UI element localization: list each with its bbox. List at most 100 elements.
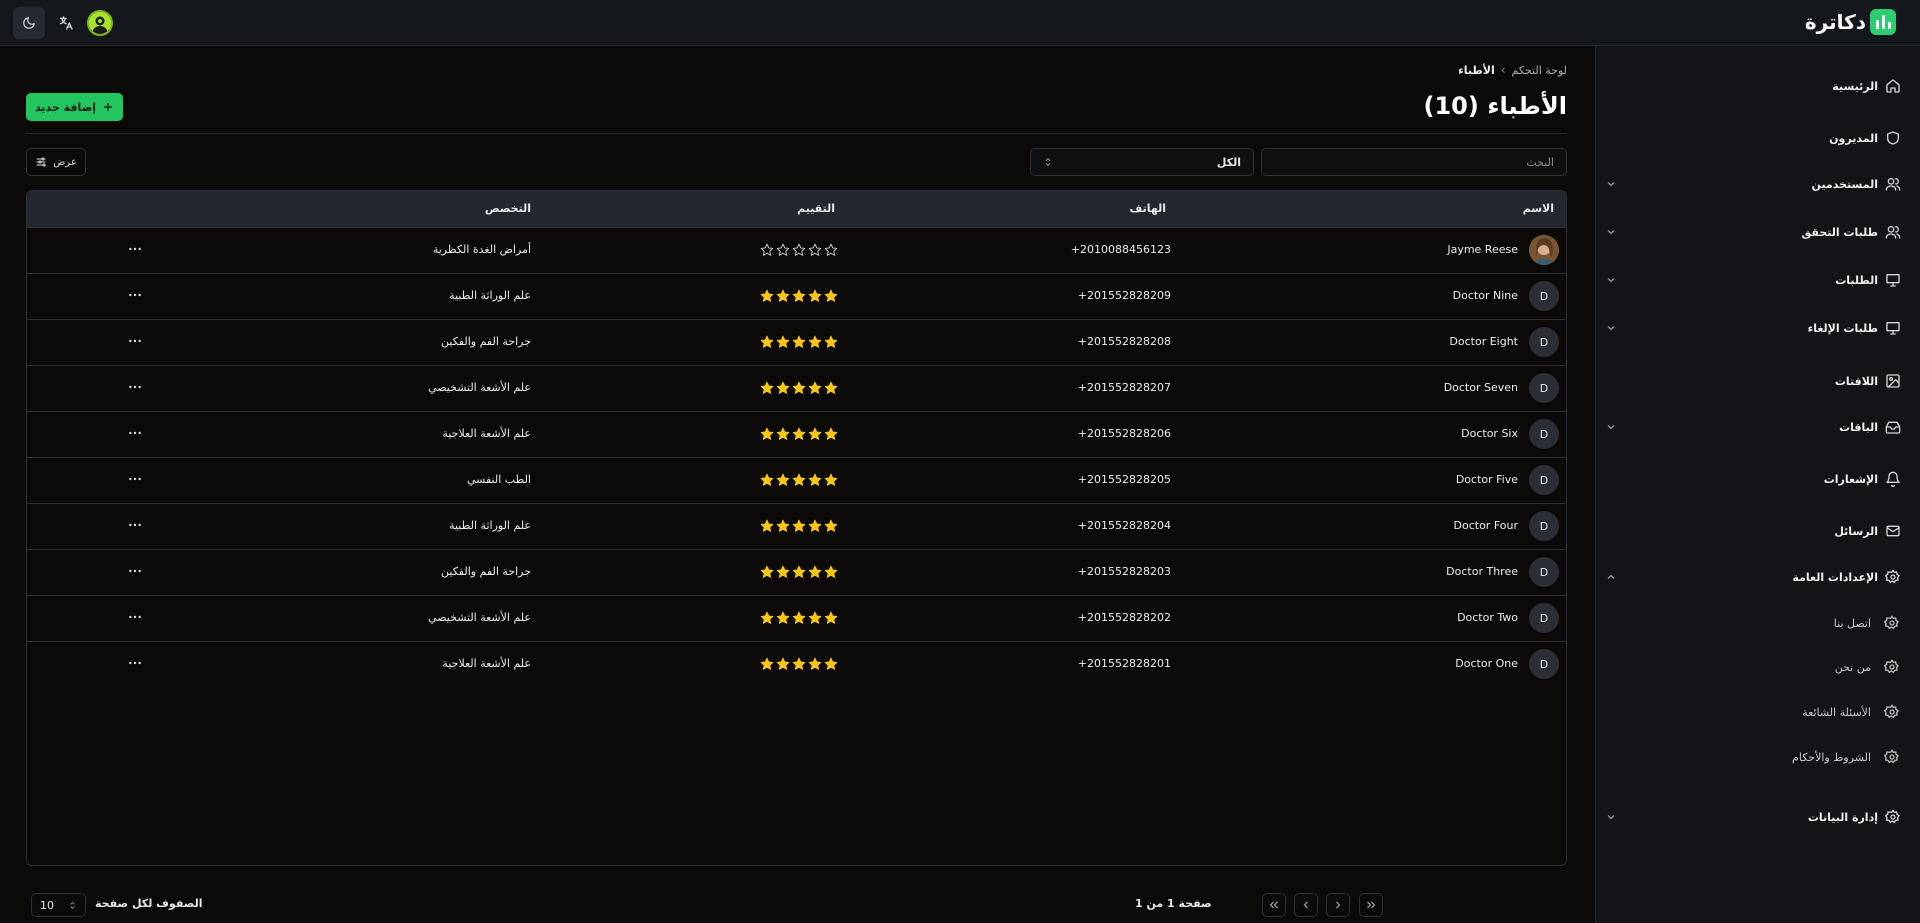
star-icon: [824, 289, 838, 302]
sidebar-item-general-settings[interactable]: الإعدادات العامة: [1595, 562, 1920, 592]
column-header-phone[interactable]: الهاتف: [1129, 202, 1166, 215]
sidebar-subitem-about-us[interactable]: من نحن: [1595, 654, 1920, 680]
table-row[interactable]: D Doctor Four +201552828204 علم الوراثة الط…: [27, 503, 1566, 549]
sidebar-item-admins[interactable]: المديرون: [1595, 123, 1920, 153]
sidebar-subitem-faq[interactable]: الأسئلة الشائعة: [1595, 699, 1920, 725]
more-actions-icon[interactable]: [127, 563, 143, 579]
filter-value: الكل: [1216, 155, 1241, 169]
sidebar-item-orders[interactable]: الطلبات: [1595, 265, 1920, 295]
brand-logo[interactable]: دكاترة: [1805, 9, 1896, 35]
sidebar-item-label: الرسائل: [1834, 524, 1878, 538]
table-row[interactable]: Jayme Reese +2010088456123 أمراض الغدة الك…: [27, 227, 1566, 273]
sidebar-subitem-label: الأسئلة الشائعة: [1802, 705, 1871, 719]
gear-icon: [1884, 704, 1899, 719]
more-actions-icon[interactable]: [127, 609, 143, 625]
more-actions-icon[interactable]: [127, 333, 143, 349]
more-actions-icon[interactable]: [127, 471, 143, 487]
chevron-down-icon: [1607, 182, 1615, 187]
column-header-rating[interactable]: التقييم: [797, 202, 835, 215]
user-avatar[interactable]: [87, 10, 113, 36]
more-actions-icon[interactable]: [127, 655, 143, 671]
star-icon: [776, 473, 790, 486]
avatar: D: [1529, 557, 1559, 587]
star-rating: [760, 335, 838, 349]
star-icon: [760, 243, 774, 256]
chevrons-right-icon: [1367, 901, 1376, 909]
table-row[interactable]: D Doctor Eight +201552828208 جراحة الفم وال…: [27, 319, 1566, 365]
sidebar-item-messages[interactable]: الرسائل: [1595, 516, 1920, 546]
main-content: لوحة التحكم › الأطباء الأطباء (10) إضافة…: [26, 46, 1567, 923]
rows-per-page-select[interactable]: 10: [31, 893, 86, 917]
gear-icon: [1885, 809, 1900, 824]
sidebar-item-label: المستخدمين: [1811, 177, 1878, 191]
breadcrumb-home[interactable]: لوحة التحكم: [1512, 64, 1567, 77]
search-input[interactable]: [1261, 148, 1567, 176]
star-icon: [824, 243, 838, 256]
presentation-icon: [1886, 322, 1900, 335]
star-icon: [824, 565, 838, 578]
sidebar-item-banners[interactable]: اللافتات: [1595, 366, 1920, 396]
more-actions-icon[interactable]: [127, 517, 143, 533]
language-button[interactable]: [50, 7, 82, 39]
status-filter-select[interactable]: الكل: [1030, 148, 1254, 176]
more-actions-icon[interactable]: [127, 379, 143, 395]
sidebar-subitem-contact-us[interactable]: اتصل بنا: [1595, 610, 1920, 636]
star-icon: [792, 519, 806, 532]
gear-icon: [1884, 749, 1899, 764]
sidebar-item-users[interactable]: المستخدمين: [1595, 169, 1920, 199]
doctor-specialty: علم الأشعة العلاجية: [442, 657, 531, 670]
table-row[interactable]: D Doctor One +201552828201 علم الأشعة العلا…: [27, 641, 1566, 687]
table-row[interactable]: D Doctor Nine +201552828209 علم الوراثة الط…: [27, 273, 1566, 319]
breadcrumb-separator: ›: [1500, 63, 1506, 77]
table-row[interactable]: D Doctor Seven +201552828207 علم الأشعة الت…: [27, 365, 1566, 411]
doctor-phone: +201552828207: [1077, 381, 1171, 394]
table-row[interactable]: D Doctor Two +201552828202 علم الأشعة التشخ…: [27, 595, 1566, 641]
sidebar-item-label: المديرون: [1829, 131, 1878, 145]
sidebar-item-label: الباقات: [1839, 420, 1878, 434]
gear-icon: [1884, 615, 1899, 630]
column-header-name[interactable]: الاسم: [1523, 202, 1554, 215]
chevrons-left-icon: [1269, 901, 1278, 909]
star-icon: [792, 657, 806, 670]
doctor-phone: +201552828203: [1077, 565, 1171, 578]
star-icon: [776, 335, 790, 348]
sidebar-item-label: الإعدادات العامة: [1792, 570, 1878, 584]
more-actions-icon[interactable]: [127, 287, 143, 303]
table-row[interactable]: D Doctor Five +201552828205 الطب النفسي: [27, 457, 1566, 503]
star-icon: [776, 565, 790, 578]
add-new-button[interactable]: إضافة جديد: [26, 93, 123, 121]
sliders-icon: [36, 157, 46, 167]
rows-per-page-value: 10: [40, 898, 54, 912]
sidebar-item-label: اللافتات: [1834, 374, 1878, 388]
avatar: D: [1529, 649, 1559, 679]
star-icon: [808, 473, 822, 486]
sidebar-item-packages[interactable]: الباقات: [1595, 412, 1920, 442]
star-icon: [824, 381, 838, 394]
star-icon: [792, 565, 806, 578]
avatar: D: [1529, 373, 1559, 403]
more-actions-icon[interactable]: [127, 425, 143, 441]
table-row[interactable]: D Doctor Three +201552828203 جراحة الفم وال…: [27, 549, 1566, 595]
star-icon: [760, 473, 774, 486]
table-row[interactable]: D Doctor Six +201552828206 علم الأشعة العلا…: [27, 411, 1566, 457]
next-page-button[interactable]: [1294, 893, 1318, 917]
sidebar-item-home[interactable]: الرئيسية: [1595, 71, 1920, 101]
star-icon: [808, 657, 822, 670]
image-icon: [1886, 374, 1900, 388]
theme-toggle-button[interactable]: [13, 7, 45, 39]
first-page-button[interactable]: [1359, 893, 1383, 917]
more-actions-icon[interactable]: [127, 241, 143, 257]
last-page-button[interactable]: [1262, 893, 1286, 917]
sidebar-item-cancellation-requests[interactable]: طلبات الإلغاء: [1595, 313, 1920, 343]
sidebar-item-notifications[interactable]: الإشعارات: [1595, 464, 1920, 494]
avatar: D: [1529, 465, 1559, 495]
star-rating: [760, 565, 838, 579]
sidebar-subitem-terms[interactable]: الشروط والأحكام: [1595, 744, 1920, 770]
previous-page-button[interactable]: [1326, 893, 1350, 917]
star-icon: [808, 611, 822, 624]
column-header-specialty[interactable]: التخصص: [485, 202, 531, 215]
sidebar-item-data-management[interactable]: إدارة البيانات: [1595, 802, 1920, 832]
star-icon: [824, 657, 838, 670]
sidebar-item-verification-requests[interactable]: طلبات التحقق: [1595, 217, 1920, 247]
view-options-button[interactable]: عرض: [26, 148, 86, 176]
